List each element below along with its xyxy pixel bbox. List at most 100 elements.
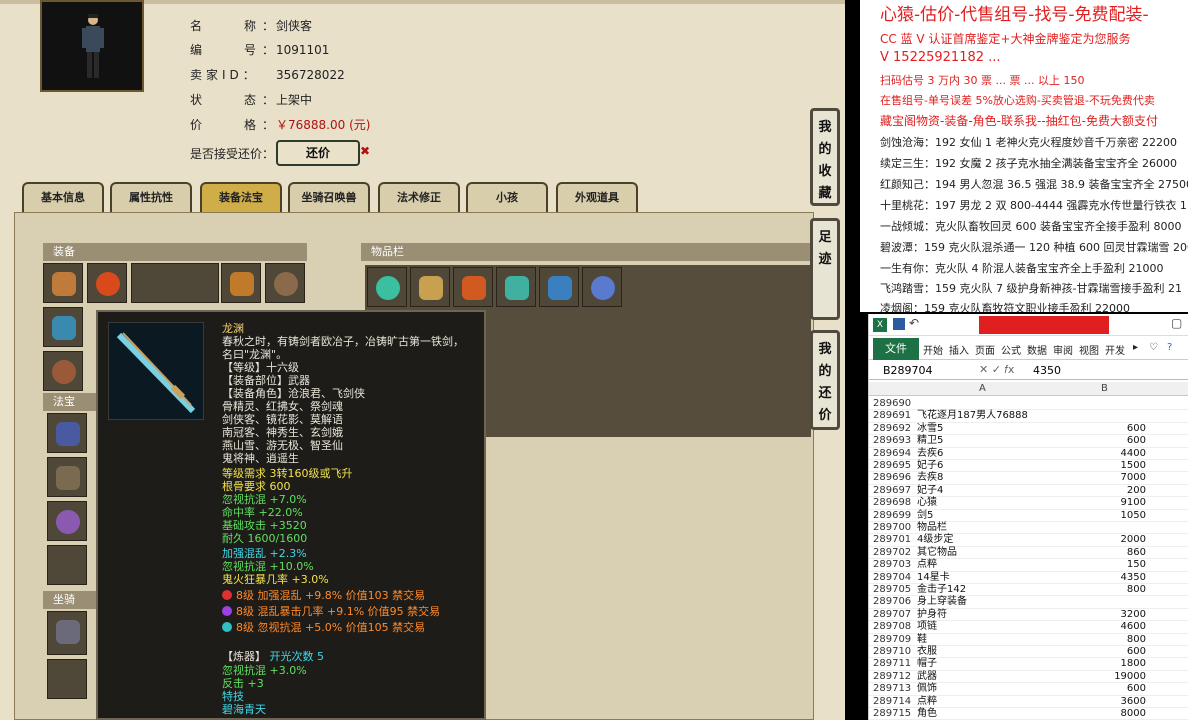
- equip-slot-empty[interactable]: [131, 263, 219, 303]
- cell-b[interactable]: 9100: [1049, 497, 1146, 509]
- cell-b[interactable]: 4400: [1049, 448, 1146, 460]
- table-row[interactable]: 289704 14星卡 4350: [869, 572, 1188, 584]
- help-icon[interactable]: ?: [1167, 342, 1172, 353]
- ribbon-tab-developer[interactable]: 开发: [1105, 342, 1125, 357]
- inventory-slot-1[interactable]: [367, 267, 407, 307]
- row-number[interactable]: 289695: [873, 460, 913, 472]
- row-number[interactable]: 289708: [873, 621, 913, 633]
- row-number[interactable]: 289698: [873, 497, 913, 509]
- inventory-slot-5[interactable]: [539, 267, 579, 307]
- tab-attributes[interactable]: 属性抗性: [110, 182, 192, 212]
- table-row[interactable]: 289710 衣服 600: [869, 646, 1188, 659]
- cell-b[interactable]: 150: [1049, 559, 1146, 571]
- table-row[interactable]: 289703 点粹 150: [869, 559, 1188, 572]
- cell-b[interactable]: 4600: [1049, 621, 1146, 633]
- cell-b[interactable]: 800: [1049, 634, 1146, 646]
- row-number[interactable]: 289705: [873, 584, 913, 596]
- ribbon-tab-insert[interactable]: 插入: [949, 342, 969, 357]
- tab-basic-info[interactable]: 基本信息: [22, 182, 104, 212]
- cell-b[interactable]: 3600: [1049, 696, 1146, 708]
- table-row[interactable]: 289691 飞花逐月187男人76888: [869, 410, 1188, 423]
- cell-a[interactable]: 武器: [917, 671, 1047, 683]
- tab-appearance[interactable]: 外观道具: [556, 182, 638, 212]
- cell-b[interactable]: 600: [1049, 683, 1146, 695]
- cell-a[interactable]: 去疾8: [917, 472, 1047, 484]
- undo-icon[interactable]: ↶: [909, 316, 919, 330]
- row-number[interactable]: 289715: [873, 708, 913, 720]
- tab-child[interactable]: 小孩: [466, 182, 548, 212]
- cell-b[interactable]: 600: [1049, 435, 1146, 447]
- equip-slot-hat[interactable]: [43, 263, 83, 303]
- cell-b[interactable]: 3200: [1049, 609, 1146, 621]
- cell-a[interactable]: 精卫5: [917, 435, 1047, 447]
- name-box[interactable]: B289704: [883, 364, 933, 377]
- row-number[interactable]: 289703: [873, 559, 913, 571]
- cell-a[interactable]: 衣服: [917, 646, 1047, 658]
- tab-equipment[interactable]: 装备法宝: [200, 182, 282, 212]
- cell-a[interactable]: 鞋: [917, 634, 1047, 646]
- table-row[interactable]: 289697 妃子4 200: [869, 485, 1188, 498]
- row-number[interactable]: 289692: [873, 423, 913, 435]
- cell-a[interactable]: 妃子6: [917, 460, 1047, 472]
- cell-a[interactable]: 金击子142: [917, 584, 1047, 596]
- cell-a[interactable]: 妃子4: [917, 485, 1047, 497]
- restore-icon[interactable]: ▢: [1171, 316, 1182, 330]
- cell-b[interactable]: 860: [1049, 547, 1146, 559]
- treasure-slot-2[interactable]: [47, 457, 87, 497]
- save-icon[interactable]: [893, 318, 905, 330]
- cell-a[interactable]: 点粹: [917, 696, 1047, 708]
- my-haggles-button[interactable]: 我的还价: [810, 330, 840, 430]
- table-row[interactable]: 289709 鞋 800: [869, 634, 1188, 646]
- row-number[interactable]: 289697: [873, 485, 913, 497]
- formula-input[interactable]: 4350: [1033, 364, 1061, 377]
- table-row[interactable]: 289702 其它物品 860: [869, 547, 1188, 560]
- row-number[interactable]: 289706: [873, 596, 913, 608]
- table-row[interactable]: 289714 点粹 3600: [869, 696, 1188, 708]
- col-header-a[interactable]: A: [979, 383, 986, 394]
- table-row[interactable]: 289696 去疾8 7000: [869, 472, 1188, 485]
- mount-slot[interactable]: [47, 611, 87, 655]
- table-row[interactable]: 289713 佩饰 600: [869, 683, 1188, 696]
- cell-a[interactable]: 其它物品: [917, 547, 1047, 559]
- tab-mounts-pets[interactable]: 坐骑召唤兽: [288, 182, 370, 212]
- table-row[interactable]: 289695 妃子6 1500: [869, 460, 1188, 473]
- cell-b[interactable]: 200: [1049, 485, 1146, 497]
- table-row[interactable]: 289698 心猿 9100: [869, 497, 1188, 510]
- row-number[interactable]: 289690: [873, 398, 913, 410]
- row-number[interactable]: 289707: [873, 609, 913, 621]
- equip-slot-weapon[interactable]: [43, 307, 83, 347]
- equip-slot-shoes[interactable]: [43, 351, 83, 391]
- my-favorites-button[interactable]: 我的收藏: [810, 108, 840, 206]
- cell-a[interactable]: 去疾6: [917, 448, 1047, 460]
- cell-b[interactable]: 2000: [1049, 534, 1146, 546]
- inventory-slot-2[interactable]: [410, 267, 450, 307]
- table-row[interactable]: 289690: [869, 398, 1188, 411]
- row-number[interactable]: 289693: [873, 435, 913, 447]
- equip-slot-armor[interactable]: [221, 263, 261, 303]
- table-row[interactable]: 289712 武器 19000: [869, 671, 1188, 684]
- ribbon-tab-view[interactable]: 视图: [1079, 342, 1099, 357]
- table-row[interactable]: 289700 物品栏: [869, 522, 1188, 535]
- cell-a[interactable]: 4级步定: [917, 534, 1047, 546]
- haggle-button[interactable]: 还价: [276, 140, 360, 166]
- ribbon-tab-page[interactable]: 页面: [975, 342, 995, 357]
- ribbon-more-icon[interactable]: ▸: [1133, 342, 1138, 353]
- cell-a[interactable]: 护身符: [917, 609, 1047, 621]
- equip-slot-belt[interactable]: [265, 263, 305, 303]
- row-number[interactable]: 289710: [873, 646, 913, 658]
- equip-slot-necklace[interactable]: [87, 263, 127, 303]
- ribbon-tab-data[interactable]: 数据: [1027, 342, 1047, 357]
- cell-b[interactable]: 800: [1049, 584, 1146, 596]
- table-row[interactable]: 289715 角色 8000: [869, 708, 1188, 720]
- inventory-slot-6[interactable]: [582, 267, 622, 307]
- row-number[interactable]: 289701: [873, 534, 913, 546]
- treasure-slot-1[interactable]: [47, 413, 87, 453]
- table-row[interactable]: 289694 去疾6 4400: [869, 448, 1188, 460]
- cell-b[interactable]: 1500: [1049, 460, 1146, 472]
- cell-b[interactable]: 7000: [1049, 472, 1146, 484]
- row-number[interactable]: 289704: [873, 572, 913, 584]
- formula-icons[interactable]: ✕ ✓ 𝑓x: [979, 363, 1014, 377]
- row-number[interactable]: 289700: [873, 522, 913, 534]
- cell-a[interactable]: 角色: [917, 708, 1047, 720]
- cell-a[interactable]: 佩饰: [917, 683, 1047, 695]
